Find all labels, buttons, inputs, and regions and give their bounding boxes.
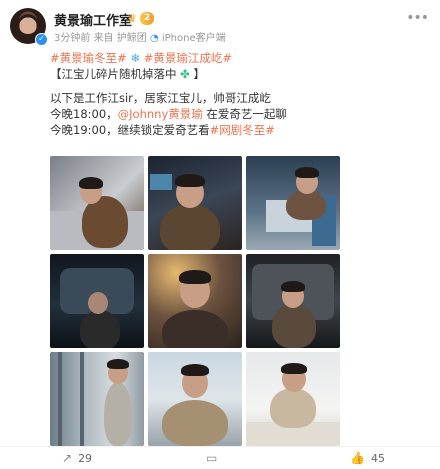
photo-7[interactable] [50,352,144,446]
snowflake-icon: ❄ [130,51,144,65]
line1-suffix: 在爱奇艺一起聊 [202,107,287,121]
mention-link[interactable]: @Johnny黄景瑜 [118,107,203,121]
more-dots-icon[interactable]: ••• [406,10,429,26]
topic-tag-3[interactable]: #网剧冬至# [210,123,275,137]
post-content: #黄景瑜冬至# ❄ #黄景瑜江成屹# 【江宝儿碎片随机掉落中 ✤ 】 以下是工作… [50,50,430,138]
photo-grid [50,156,340,446]
comment-button[interactable]: ▭ [206,451,223,465]
line1-prefix: 今晚18:00， [50,107,118,121]
whale-icon: ◔ [149,33,159,44]
author-name[interactable]: 黄景瑜工作室 [54,10,132,29]
topic-tag-2[interactable]: #黄景瑜江成屹# [144,51,232,65]
photo-8[interactable] [148,352,242,446]
like-button[interactable]: 👍 45 [350,451,385,465]
clover-icon: ✤ [180,67,194,81]
photo-9[interactable] [246,352,340,446]
photo-2[interactable] [148,156,242,250]
post-meta: 3分钟前 来自 护鲸团 ◔ iPhone客户端 [54,29,226,44]
photo-4[interactable] [50,254,144,348]
level-badge: 2 [140,12,155,25]
repost-count: 29 [78,452,93,465]
notice-text: 【江宝儿碎片随机掉落中 [50,67,177,81]
action-bar: ↗ 29 ▭ 👍 45 [0,446,440,469]
repost-icon: ↗ [62,451,73,465]
photo-1[interactable] [50,156,144,250]
repost-button[interactable]: ↗ 29 [62,451,92,465]
notice-end: 】 [193,67,205,81]
post-header: ✓ 黄景瑜工作室 ♛ 2 3分钟前 来自 护鲸团 ◔ iPhone客户端 ••• [10,8,430,48]
post-source-prefix: 来自 护鲸团 [93,33,147,44]
comment-icon: ▭ [206,451,218,465]
photo-5[interactable] [148,254,242,348]
topic-tag-1[interactable]: #黄景瑜冬至# [50,51,127,65]
photo-6[interactable] [246,254,340,348]
crown-icon: ♛ [127,12,137,25]
line2-prefix: 今晚19:00，继续锁定爱奇艺看 [50,123,210,137]
like-count: 45 [370,452,385,465]
verified-icon: ✓ [35,33,48,46]
post-time[interactable]: 3分钟前 [54,33,90,44]
intro-text: 以下是工作江sir，居家江宝儿，帅哥江成屹 [50,91,271,105]
photo-3[interactable] [246,156,340,250]
thumbs-up-icon: 👍 [350,451,365,465]
post-source-suffix: iPhone客户端 [161,33,226,44]
